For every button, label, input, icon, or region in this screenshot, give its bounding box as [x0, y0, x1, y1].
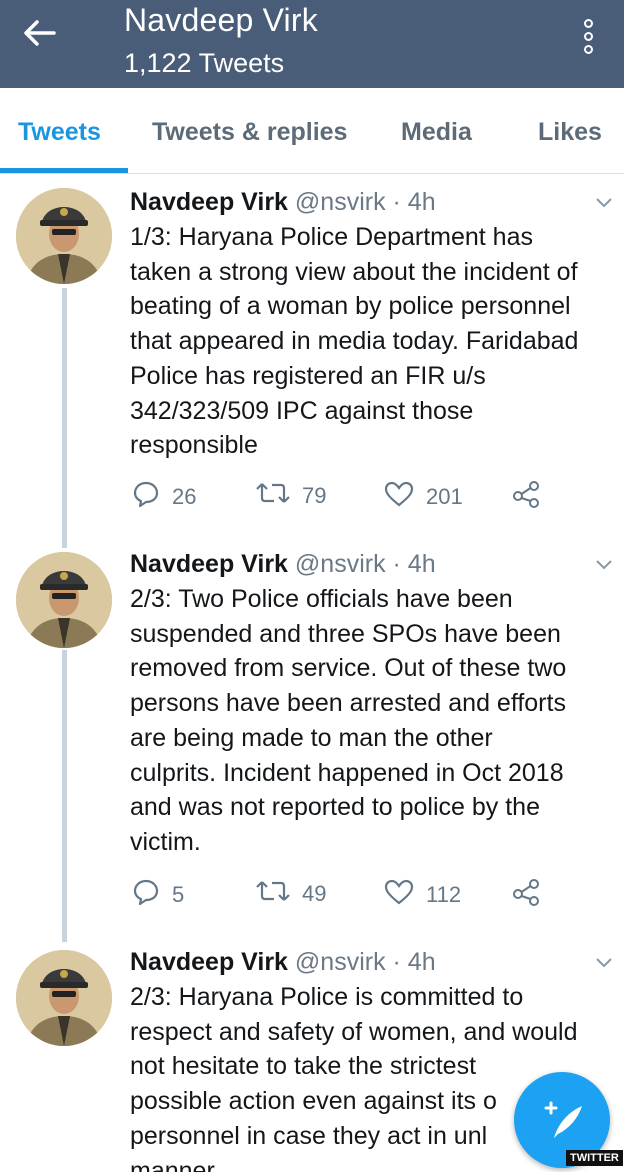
tweet-text-line: responsible [130, 431, 258, 460]
tweet-author-name[interactable]: Navdeep Virk [130, 188, 288, 216]
like-button[interactable]: 201 [384, 480, 463, 514]
retweet-count: 49 [302, 881, 327, 906]
tweet-text-line: that appeared in media today. Faridabad [130, 327, 579, 356]
chevron-down-icon[interactable] [594, 558, 614, 572]
tab-media[interactable]: Media [401, 118, 472, 147]
chevron-down-icon[interactable] [594, 956, 614, 970]
overflow-menu-icon[interactable] [576, 16, 600, 64]
tweet-text-line: respect and safety of women, and would [130, 1017, 578, 1046]
tweet-text-line: persons have been arrested and efforts [130, 689, 566, 718]
avatar[interactable] [16, 188, 112, 284]
tweet-text-line: removed from service. Out of these two [130, 654, 567, 683]
arrow-left-icon [22, 20, 56, 52]
tweet-count: 1,122 Tweets [124, 48, 285, 78]
tweet-author-name[interactable]: Navdeep Virk [130, 948, 288, 976]
reply-icon [132, 480, 172, 514]
reply-button[interactable]: 26 [132, 480, 196, 514]
retweet-count: 79 [302, 483, 327, 508]
tab-likes[interactable]: Likes [538, 118, 602, 147]
tweet-text-line: are being made to man the other [130, 723, 493, 752]
tab-tweets[interactable]: Tweets [18, 118, 101, 147]
tweet-handle-time: @nsvirk · 4h [294, 550, 436, 578]
heart-icon [384, 480, 426, 514]
tweet-actions: 5 49 112 [132, 878, 562, 908]
share-button[interactable] [512, 480, 552, 514]
tweet-handle-time: @nsvirk · 4h [294, 188, 436, 216]
tab-tweets-and-replies[interactable]: Tweets & replies [152, 118, 347, 147]
tweet-text-line: 342/323/509 IPC against those [130, 396, 474, 425]
thread-connector [62, 650, 67, 942]
profile-name: Navdeep Virk [124, 2, 318, 38]
retweet-icon [256, 878, 302, 910]
reply-icon [132, 878, 172, 912]
heart-icon [384, 878, 426, 912]
like-count: 201 [426, 484, 463, 509]
share-icon [512, 480, 552, 514]
tweet-text-line: suspended and three SPOs have been [130, 619, 561, 648]
profile-header: Navdeep Virk 1,122 Tweets [0, 0, 624, 88]
tweet-text-line: and was not reported to police by the [130, 793, 540, 822]
source-watermark: TWITTER [566, 1150, 623, 1166]
tweet-text-line: taken a strong view about the incident o… [130, 257, 578, 286]
reply-count: 5 [172, 882, 185, 907]
tweet-handle-time: @nsvirk · 4h [294, 948, 436, 976]
share-button[interactable] [512, 878, 552, 912]
tweet-text-line: beating of a woman by police personnel [130, 292, 571, 321]
tweet-header: Navdeep Virk @nsvirk · 4h [130, 948, 436, 977]
profile-tabs: Tweets Tweets & replies Media Likes [0, 88, 624, 174]
tweet-text-line: culprits. Incident happened in Oct 2018 [130, 758, 564, 787]
tweet-text-line: 1/3: Haryana Police Department has [130, 223, 533, 251]
tweet-text-line: victim. [130, 827, 201, 856]
back-button[interactable] [22, 18, 70, 62]
retweet-button[interactable]: 79 [256, 480, 326, 512]
avatar[interactable] [16, 552, 112, 648]
like-button[interactable]: 112 [384, 878, 461, 912]
like-count: 112 [426, 882, 462, 907]
active-tab-indicator [0, 168, 128, 173]
reply-button[interactable]: 5 [132, 878, 184, 912]
retweet-button[interactable]: 49 [256, 878, 326, 910]
tweet-text-line: Police has registered an FIR u/s [130, 361, 486, 390]
tweet-text: 1/3: Haryana Police Department has taken… [130, 220, 614, 463]
tweet-text: 2/3: Two Police officials have been susp… [130, 582, 614, 860]
reply-count: 26 [172, 484, 197, 509]
thread-connector [62, 288, 67, 548]
retweet-icon [256, 480, 302, 512]
tweet-text-line: 2/3: Haryana Police is committed to [130, 983, 524, 1011]
share-icon [512, 878, 552, 912]
tweet-author-name[interactable]: Navdeep Virk [130, 550, 288, 578]
tweet-header: Navdeep Virk @nsvirk · 4h [130, 188, 436, 217]
tweet-actions: 26 79 201 [132, 480, 562, 510]
tweet-header: Navdeep Virk @nsvirk · 4h [130, 550, 436, 579]
chevron-down-icon[interactable] [594, 196, 614, 210]
avatar[interactable] [16, 950, 112, 1046]
tweet-text-line: 2/3: Two Police officials have been [130, 585, 513, 613]
